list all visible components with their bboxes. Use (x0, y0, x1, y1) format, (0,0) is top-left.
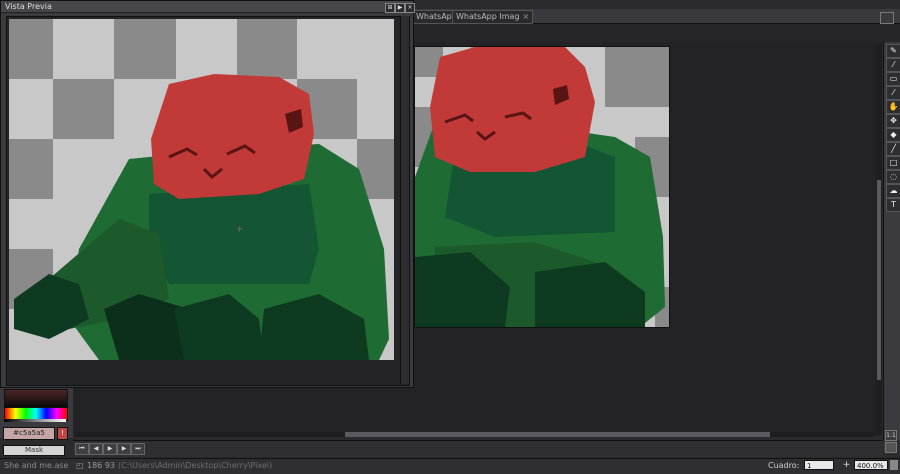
lasso-icon[interactable]: ◌ (886, 170, 900, 184)
status-filename: She and me.ase (4, 461, 69, 470)
sprite-canvas[interactable] (414, 46, 670, 328)
play-animation-icon[interactable]: ▶ (103, 443, 117, 455)
last-frame-icon[interactable]: ⏭ (131, 443, 145, 455)
foreground-color-hex[interactable]: #c5a5a5 (3, 427, 55, 440)
pencil-icon[interactable]: ✎ (886, 44, 900, 58)
frame-number-input[interactable]: 1 (804, 460, 834, 470)
preview-art (9, 19, 394, 360)
gray-slider[interactable] (4, 419, 66, 422)
close-icon[interactable]: × (523, 12, 530, 21)
frame-controls-bar (73, 440, 883, 457)
first-frame-icon[interactable]: ⏮ (75, 443, 89, 455)
zoom-level-input[interactable]: 400.0% (854, 460, 888, 470)
pin-icon[interactable]: ⊞ (385, 3, 395, 13)
tab-whatsapp-image-2[interactable]: WhatsApp Imag × (452, 10, 534, 24)
hand-icon[interactable]: ✋ (886, 100, 900, 114)
frame-label: Cuadro: (768, 461, 800, 470)
horizontal-scrollbar-thumb[interactable] (345, 432, 770, 437)
window-restore-icon[interactable] (880, 12, 894, 24)
brush-icon[interactable]: ⁄ (886, 58, 900, 72)
eraser-icon[interactable]: ▭ (886, 72, 900, 86)
move-icon[interactable]: ✥ (886, 114, 900, 128)
sprite-canvas-art (415, 47, 669, 327)
fill-icon[interactable]: ◆ (886, 128, 900, 142)
color-warning-icon[interactable]: ! (57, 427, 68, 440)
vertical-scrollbar-thumb[interactable] (877, 180, 881, 380)
preview-title-bar[interactable]: Vista Previa (1, 1, 413, 13)
tab-label: WhatsApp Imag (456, 12, 520, 21)
close-icon[interactable]: × (405, 3, 415, 13)
next-frame-icon[interactable]: ▶ (117, 443, 131, 455)
timeline-icon[interactable] (885, 442, 897, 453)
previous-frame-icon[interactable]: ◀ (89, 443, 103, 455)
actual-size-button[interactable]: 1:1 (885, 430, 897, 441)
rectangle-icon[interactable]: □ (886, 156, 900, 170)
eyedropper-icon[interactable]: ⁄ (886, 86, 900, 100)
preview-window: Vista Previa ⊞ ▶ × (0, 0, 415, 388)
play-icon[interactable]: ▶ (395, 3, 405, 13)
zoom-plus-icon[interactable]: + (842, 460, 851, 470)
frame-nav-panel: 1:1 (884, 428, 897, 453)
status-coordinates: 186 93 (87, 461, 115, 470)
status-file-path: (C:\Users\Admin\Desktop\Cherry\Pixel) (118, 461, 273, 470)
line-icon[interactable]: ╱ (886, 142, 900, 156)
preview-title: Vista Previa (5, 2, 52, 11)
mask-color-button[interactable]: Mask (3, 445, 65, 456)
color-shade-picker[interactable] (4, 389, 68, 408)
cursor-icon: ◰ (76, 461, 84, 470)
text-icon[interactable]: T (886, 198, 900, 212)
grid-toggle-icon[interactable] (890, 460, 898, 470)
smudge-icon[interactable]: ☁ (886, 184, 900, 198)
preview-canvas[interactable] (9, 19, 394, 360)
preview-scrollbar[interactable] (400, 16, 409, 384)
tool-palette: ✎ ⁄ ▭ ⁄ ✋ ✥ ◆ ╱ □ ◌ ☁ T (883, 42, 900, 440)
